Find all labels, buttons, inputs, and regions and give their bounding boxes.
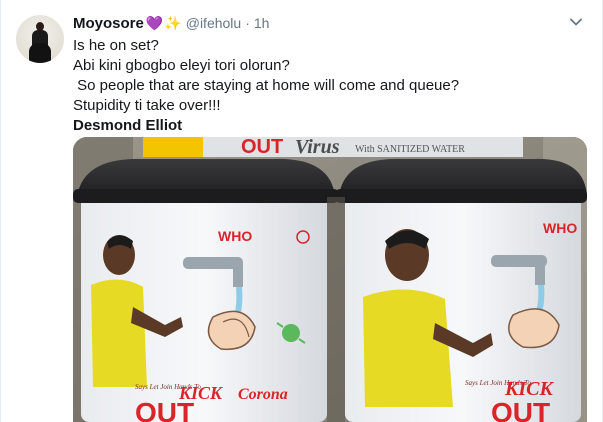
tweet-text-line: So people that are staying at home will … — [73, 77, 460, 94]
avatar[interactable] — [16, 15, 64, 63]
tweet-text-line-bold: Desmond Elliot — [73, 117, 183, 134]
avatar-figure-dress — [29, 43, 51, 63]
chevron-down-icon — [570, 18, 582, 26]
photo-illustration: OUT Virus With SANITIZED WATER WHO Says … — [73, 137, 587, 422]
left-who-logo: WHO — [218, 228, 252, 244]
sparkles-emoji: ✨ — [164, 14, 182, 31]
tweet-text: Is he on set? Abi kini gbogbo eleyi tori… — [73, 36, 588, 136]
left-corona-text: Corona — [238, 386, 288, 403]
display-name[interactable]: Moyosore — [73, 15, 144, 32]
left-out-text: OUT — [135, 397, 194, 422]
tweet-text-line: Is he on set? — [73, 37, 159, 54]
banner-out-text: OUT — [241, 137, 283, 158]
right-who-logo: WHO — [543, 220, 577, 236]
tweet-header: Moyosore 💜 ✨ @ifeholu · 1h — [73, 13, 269, 33]
tweet-menu-button[interactable] — [568, 14, 584, 30]
right-out-text: OUT — [491, 397, 550, 422]
tweet-card[interactable]: Moyosore 💜 ✨ @ifeholu · 1h Is he on set?… — [0, 0, 603, 422]
user-handle[interactable]: @ifeholu — [186, 15, 241, 31]
header-separator: · — [245, 15, 250, 31]
banner-virus-text: Virus — [295, 137, 340, 158]
tweet-media-photo[interactable]: OUT Virus With SANITIZED WATER WHO Says … — [73, 137, 587, 422]
tweet-text-line: Stupidity ti take over!!! — [73, 97, 221, 114]
tweet-text-line: Abi kini gbogbo eleyi tori olorun? — [73, 57, 290, 74]
purple-heart-emoji: 💜 — [145, 14, 164, 31]
timestamp[interactable]: 1h — [254, 15, 270, 31]
banner-subtext: With SANITIZED WATER — [355, 144, 465, 155]
